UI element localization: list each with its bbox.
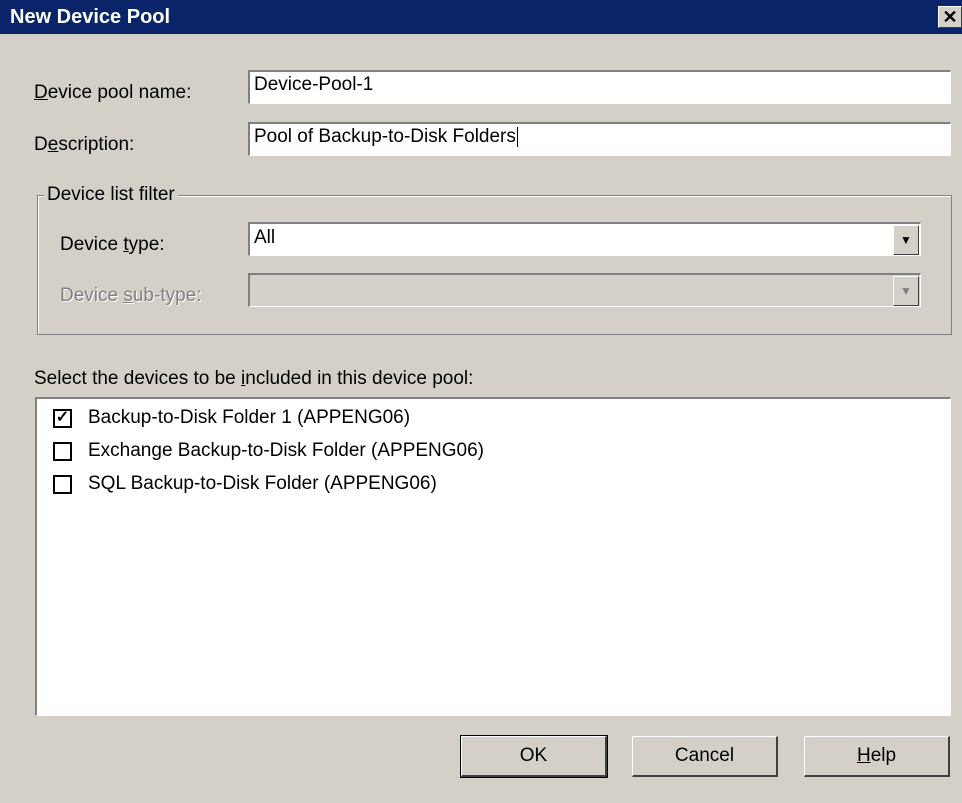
text-caret [516, 126, 518, 147]
title-bar: New Device Pool ✕ [0, 0, 962, 34]
close-button[interactable]: ✕ [938, 6, 962, 28]
device-subtype-label: Device sub-type: [60, 285, 202, 306]
checkmark-icon: ✓ [55, 409, 70, 426]
device-subtype-dropdown-button: ▼ [893, 276, 919, 306]
device-type-dropdown-button[interactable]: ▼ [893, 225, 919, 255]
pool-name-value: Device-Pool-1 [254, 74, 374, 95]
device-label: SQL Backup-to-Disk Folder (APPENG06) [88, 473, 437, 494]
device-checkbox[interactable] [53, 474, 72, 494]
ok-button[interactable]: OK [460, 735, 608, 778]
description-label: Description: [34, 134, 135, 155]
device-list-filter-legend: Device list filter [44, 184, 178, 206]
description-input[interactable]: Pool of Backup-to-Disk Folders [248, 122, 951, 156]
device-label: Exchange Backup-to-Disk Folder (APPENG06… [88, 440, 484, 461]
device-checkbox[interactable] [53, 441, 72, 461]
list-item[interactable]: ✓ Backup-to-Disk Folder 1 (APPENG06) [53, 403, 410, 433]
description-value: Pool of Backup-to-Disk Folders [254, 126, 516, 147]
chevron-down-icon: ▼ [900, 233, 912, 247]
device-type-select[interactable]: All ▼ [248, 222, 921, 256]
pool-name-label: Device pool name: [34, 82, 192, 103]
cancel-button[interactable]: Cancel [632, 736, 778, 777]
chevron-down-icon: ▼ [900, 284, 912, 298]
device-list[interactable]: ✓ Backup-to-Disk Folder 1 (APPENG06) Exc… [35, 397, 951, 716]
device-list-filter-group [37, 195, 952, 335]
help-button[interactable]: Help [804, 736, 950, 777]
device-type-value: All [254, 227, 276, 248]
device-label: Backup-to-Disk Folder 1 (APPENG06) [88, 407, 411, 428]
devices-prompt-label: Select the devices to be included in thi… [34, 368, 474, 389]
device-type-label: Device type: [60, 234, 165, 255]
pool-name-input[interactable]: Device-Pool-1 [248, 70, 951, 104]
window-title: New Device Pool [10, 5, 171, 28]
device-checkbox[interactable]: ✓ [53, 408, 72, 428]
list-item[interactable]: Exchange Backup-to-Disk Folder (APPENG06… [53, 436, 484, 466]
close-icon: ✕ [942, 7, 958, 27]
device-subtype-select: ▼ [248, 273, 921, 307]
list-item[interactable]: SQL Backup-to-Disk Folder (APPENG06) [53, 469, 437, 499]
